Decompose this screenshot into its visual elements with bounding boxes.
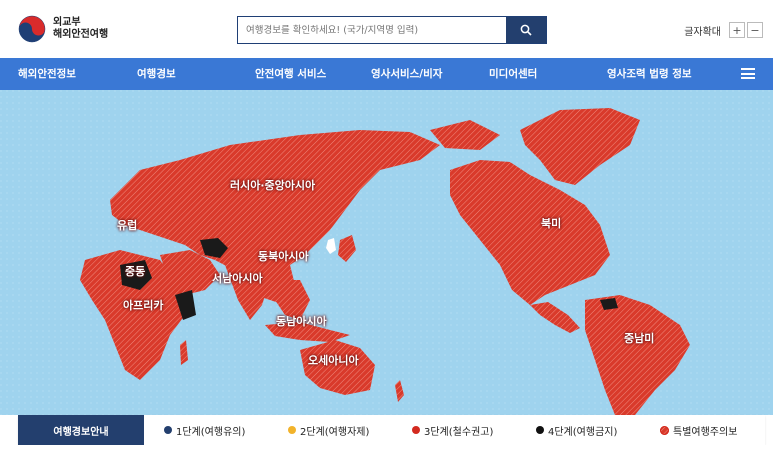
nav-item-media-center[interactable]: 미디어센터 — [489, 58, 537, 90]
font-size-control: 글자확대 + − — [684, 22, 763, 38]
legend-item-level-3: 3단계(철수권고) — [412, 415, 493, 445]
special-advisory-hatch-icon — [660, 425, 669, 435]
font-size-label: 글자확대 — [684, 26, 721, 38]
nav-item-safety-info[interactable]: 해외안전정보 — [18, 58, 76, 90]
region-label-north-america[interactable]: 북미 — [541, 215, 561, 231]
nav-item-consular-visa[interactable]: 영사서비스/비자 — [371, 58, 442, 90]
world-map-graphic — [0, 90, 773, 415]
font-size-increase-button[interactable]: + — [729, 22, 745, 38]
region-label-northeast-asia[interactable]: 동북아시아 — [258, 248, 309, 264]
region-label-russia-central-asia[interactable]: 러시아·중앙아시아 — [230, 177, 315, 193]
travel-alert-legend: 여행경보안내 1단계(여행유의) 2단계(여행자제) 3단계(철수권고) 4단계… — [18, 415, 765, 445]
region-label-southeast-asia[interactable]: 동남아시아 — [276, 313, 327, 329]
legend-title[interactable]: 여행경보안내 — [18, 415, 144, 445]
legend-label: 1단계(여행유의) — [176, 426, 246, 438]
region-label-europe[interactable]: 유럽 — [117, 217, 137, 233]
legend-label: 4단계(여행금지) — [548, 426, 618, 438]
site-header: 외교부 해외안전여행 글자확대 + − — [0, 0, 773, 58]
level-1-dot-icon — [164, 426, 172, 434]
level-2-dot-icon — [288, 426, 296, 434]
menu-icon[interactable] — [741, 68, 755, 79]
logo-line-1: 외교부 — [53, 17, 81, 28]
world-map: 러시아·중앙아시아 유럽 중동 아프리카 동북아시아 서남아시아 동남아시아 오… — [0, 90, 773, 415]
footer-spacer — [0, 445, 773, 461]
search-button[interactable] — [506, 17, 546, 43]
region-label-south-asia[interactable]: 서남아시아 — [212, 270, 263, 286]
legend-item-level-1: 1단계(여행유의) — [164, 415, 245, 445]
search-box — [237, 16, 547, 44]
site-logo[interactable]: 외교부 해외안전여행 — [18, 15, 108, 43]
legend-item-special-advisory: 특별여행주의보 — [660, 415, 737, 445]
legend-item-level-4: 4단계(여행금지) — [536, 415, 617, 445]
main-nav: 해외안전정보 여행경보 안전여행 서비스 영사서비스/비자 미디어센터 영사조력… — [0, 58, 773, 90]
nav-item-consular-law[interactable]: 영사조력 법령 정보 — [607, 58, 692, 90]
region-label-africa[interactable]: 아프리카 — [123, 297, 163, 313]
taegeuk-logo-icon — [18, 15, 46, 43]
legend-label: 3단계(철수권고) — [424, 426, 494, 438]
region-label-oceania[interactable]: 오세아니아 — [308, 352, 359, 368]
search-icon — [520, 24, 532, 36]
level-4-dot-icon — [536, 426, 544, 434]
logo-line-2: 해외안전여행 — [53, 29, 109, 40]
region-label-latin-america[interactable]: 중남미 — [624, 330, 654, 346]
region-label-middle-east[interactable]: 중동 — [125, 263, 145, 279]
nav-item-safe-travel-service[interactable]: 안전여행 서비스 — [255, 58, 326, 90]
search-input[interactable] — [238, 17, 506, 43]
legend-label: 2단계(여행자제) — [300, 426, 370, 438]
logo-text: 외교부 해외안전여행 — [53, 17, 108, 41]
font-size-decrease-button[interactable]: − — [747, 22, 763, 38]
legend-label: 특별여행주의보 — [673, 426, 738, 438]
nav-item-travel-alert[interactable]: 여행경보 — [137, 58, 176, 90]
level-3-dot-icon — [412, 426, 420, 434]
legend-item-level-2: 2단계(여행자제) — [288, 415, 369, 445]
